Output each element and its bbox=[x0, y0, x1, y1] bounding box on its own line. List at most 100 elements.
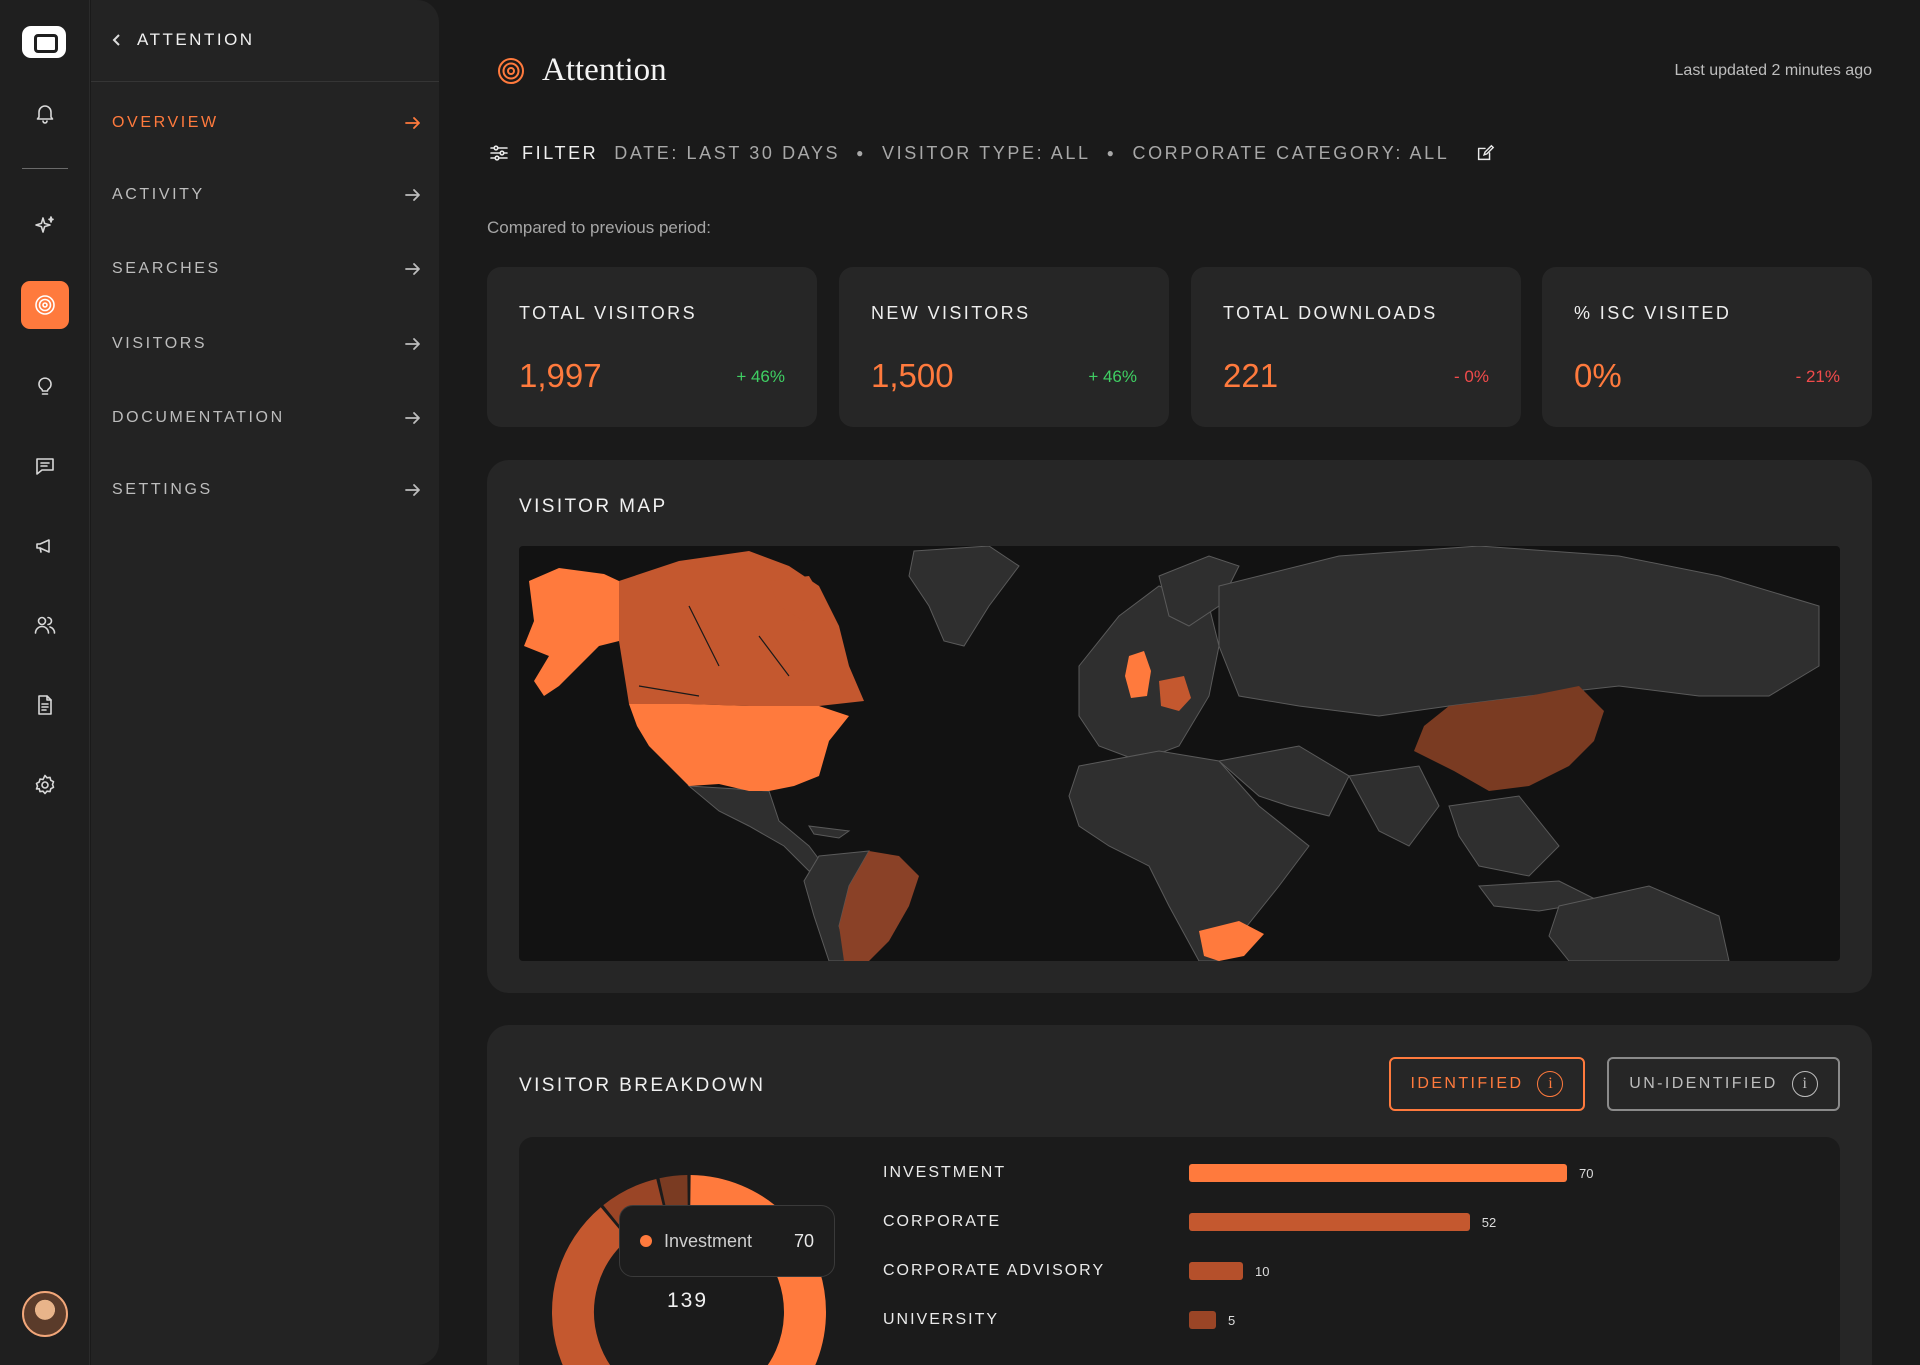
stat-card-total-downloads: TOTAL DOWNLOADS 221 - 0% bbox=[1191, 267, 1521, 427]
bar-row[interactable]: CORPORATE 52 bbox=[883, 1208, 1496, 1236]
bar[interactable] bbox=[1189, 1213, 1470, 1231]
sparkle-icon[interactable] bbox=[21, 202, 69, 250]
bar-value: 10 bbox=[1255, 1263, 1270, 1279]
breakdown-panel: Investment 70 139 INVESTMENT 70 CORPORATE 5… bbox=[519, 1137, 1840, 1365]
message-icon[interactable] bbox=[21, 442, 69, 490]
stat-value: 221 bbox=[1223, 357, 1279, 394]
bar[interactable] bbox=[1189, 1262, 1243, 1280]
filter-date[interactable]: DATE: LAST 30 DAYS bbox=[614, 143, 840, 164]
card-title: VISITOR BREAKDOWN bbox=[519, 1075, 766, 1096]
app-logo[interactable] bbox=[22, 26, 66, 58]
bar-value: 70 bbox=[1579, 1165, 1594, 1181]
chart-tooltip: Investment 70 bbox=[619, 1205, 835, 1277]
gear-icon[interactable] bbox=[21, 761, 69, 809]
stat-label: TOTAL VISITORS bbox=[519, 303, 697, 323]
nav-item-visitors[interactable]: VISITORS bbox=[112, 335, 422, 353]
lightbulb-icon[interactable] bbox=[21, 362, 69, 410]
arrow-right-icon bbox=[405, 338, 420, 350]
unidentified-toggle[interactable]: UN-IDENTIFIED i bbox=[1607, 1057, 1840, 1111]
page-title: Attention bbox=[542, 52, 667, 88]
chevron-left-icon bbox=[112, 34, 120, 46]
nav-item-label: SEARCHES bbox=[112, 260, 221, 277]
separator-dot: ● bbox=[1106, 146, 1117, 160]
sliders-icon bbox=[490, 145, 508, 161]
avatar[interactable] bbox=[22, 1291, 68, 1337]
toggle-label: IDENTIFIED bbox=[1410, 1075, 1524, 1092]
nav-item-label: VISITORS bbox=[112, 335, 208, 352]
filter-corporate-category[interactable]: CORPORATE CATEGORY: ALL bbox=[1132, 143, 1449, 164]
target-icon bbox=[498, 57, 524, 84]
bar-value: 5 bbox=[1228, 1312, 1236, 1328]
tooltip-label: Investment bbox=[664, 1230, 753, 1251]
bar[interactable] bbox=[1189, 1164, 1567, 1182]
arrow-right-icon bbox=[405, 412, 420, 424]
stat-value: 1,997 bbox=[519, 357, 602, 394]
page-header: Attention bbox=[496, 52, 667, 89]
stat-card-total-visitors: TOTAL VISITORS 1,997 + 46% bbox=[487, 267, 817, 427]
edit-icon[interactable] bbox=[1475, 143, 1495, 163]
filter-button[interactable]: FILTER bbox=[488, 142, 598, 164]
arrow-right-icon bbox=[405, 189, 420, 201]
filter-label: FILTER bbox=[522, 142, 599, 163]
stat-change: + 46% bbox=[1088, 367, 1137, 386]
bar-row[interactable]: UNIVERSITY 5 bbox=[883, 1306, 1235, 1334]
users-icon[interactable] bbox=[21, 601, 69, 649]
section-sidebar: ATTENTION OVERVIEW ACTIVITY SEARCHES VIS… bbox=[91, 0, 439, 1365]
section-title: ATTENTION bbox=[137, 30, 255, 49]
stat-label: TOTAL DOWNLOADS bbox=[1223, 303, 1438, 323]
bar-label: CORPORATE ADVISORY bbox=[883, 1262, 1106, 1279]
tooltip-value: 70 bbox=[793, 1230, 814, 1251]
bar-label: CORPORATE bbox=[883, 1213, 1002, 1230]
last-updated: Last updated 2 minutes ago bbox=[1674, 62, 1872, 79]
stat-change: - 0% bbox=[1454, 367, 1489, 386]
nav-item-documentation[interactable]: DOCUMENTATION bbox=[112, 409, 422, 427]
nav-item-label: ACTIVITY bbox=[112, 186, 205, 203]
target-icon[interactable] bbox=[21, 281, 69, 329]
toggle-label: UN-IDENTIFIED bbox=[1629, 1075, 1778, 1092]
visitor-breakdown-card: VISITOR BREAKDOWN IDENTIFIED i UN-IDENTI… bbox=[487, 1025, 1872, 1365]
nav-item-activity[interactable]: ACTIVITY bbox=[112, 186, 422, 204]
card-title: VISITOR MAP bbox=[519, 496, 668, 517]
stat-change: - 21% bbox=[1795, 367, 1840, 386]
nav-item-settings[interactable]: SETTINGS bbox=[112, 481, 422, 499]
stat-value: 0% bbox=[1574, 357, 1622, 394]
sidebar-divider bbox=[91, 81, 439, 82]
stat-card-isc-visited: % ISC VISITED 0% - 21% bbox=[1542, 267, 1872, 427]
nav-item-label: OVERVIEW bbox=[112, 114, 219, 131]
stat-change: + 46% bbox=[736, 367, 785, 386]
bar[interactable] bbox=[1189, 1311, 1216, 1329]
arrow-right-icon bbox=[405, 484, 420, 496]
bar-value: 52 bbox=[1481, 1214, 1497, 1230]
arrow-right-icon bbox=[405, 263, 420, 275]
donut-slice[interactable] bbox=[659, 1175, 689, 1220]
info-icon[interactable]: i bbox=[1791, 1071, 1818, 1097]
nav-item-label: SETTINGS bbox=[112, 481, 213, 498]
main-content: Attention Last updated 2 minutes ago FIL… bbox=[440, 0, 1920, 1365]
nav-item-overview[interactable]: OVERVIEW bbox=[112, 114, 422, 132]
stat-label: % ISC VISITED bbox=[1574, 303, 1732, 323]
nav-item-label: DOCUMENTATION bbox=[112, 409, 285, 426]
filter-bar: FILTER DATE: LAST 30 DAYS ● VISITOR TYPE… bbox=[488, 142, 1495, 164]
stat-card-new-visitors: NEW VISITORS 1,500 + 46% bbox=[839, 267, 1169, 427]
bar-row[interactable]: INVESTMENT 70 bbox=[883, 1159, 1593, 1187]
stat-label: NEW VISITORS bbox=[871, 303, 1031, 323]
bar-label: UNIVERSITY bbox=[883, 1311, 1000, 1328]
bell-icon[interactable] bbox=[21, 89, 69, 137]
visitor-map-card: VISITOR MAP bbox=[487, 460, 1872, 993]
donut-total: 139 bbox=[667, 1289, 709, 1312]
info-icon[interactable]: i bbox=[1537, 1071, 1564, 1097]
filter-visitor-type[interactable]: VISITOR TYPE: ALL bbox=[882, 143, 1091, 164]
separator-dot: ● bbox=[856, 146, 867, 160]
bar-row[interactable]: CORPORATE ADVISORY 10 bbox=[883, 1257, 1269, 1285]
megaphone-icon[interactable] bbox=[21, 522, 69, 570]
rail-divider bbox=[22, 168, 68, 169]
arrow-right-icon bbox=[405, 117, 420, 129]
world-map[interactable] bbox=[519, 546, 1840, 961]
back-button[interactable]: ATTENTION bbox=[109, 30, 255, 50]
stat-value: 1,500 bbox=[871, 357, 954, 394]
icon-rail bbox=[0, 0, 90, 1365]
compared-label: Compared to previous period: bbox=[487, 218, 711, 237]
document-icon[interactable] bbox=[21, 681, 69, 729]
nav-item-searches[interactable]: SEARCHES bbox=[112, 260, 422, 278]
identified-toggle[interactable]: IDENTIFIED i bbox=[1389, 1057, 1585, 1111]
